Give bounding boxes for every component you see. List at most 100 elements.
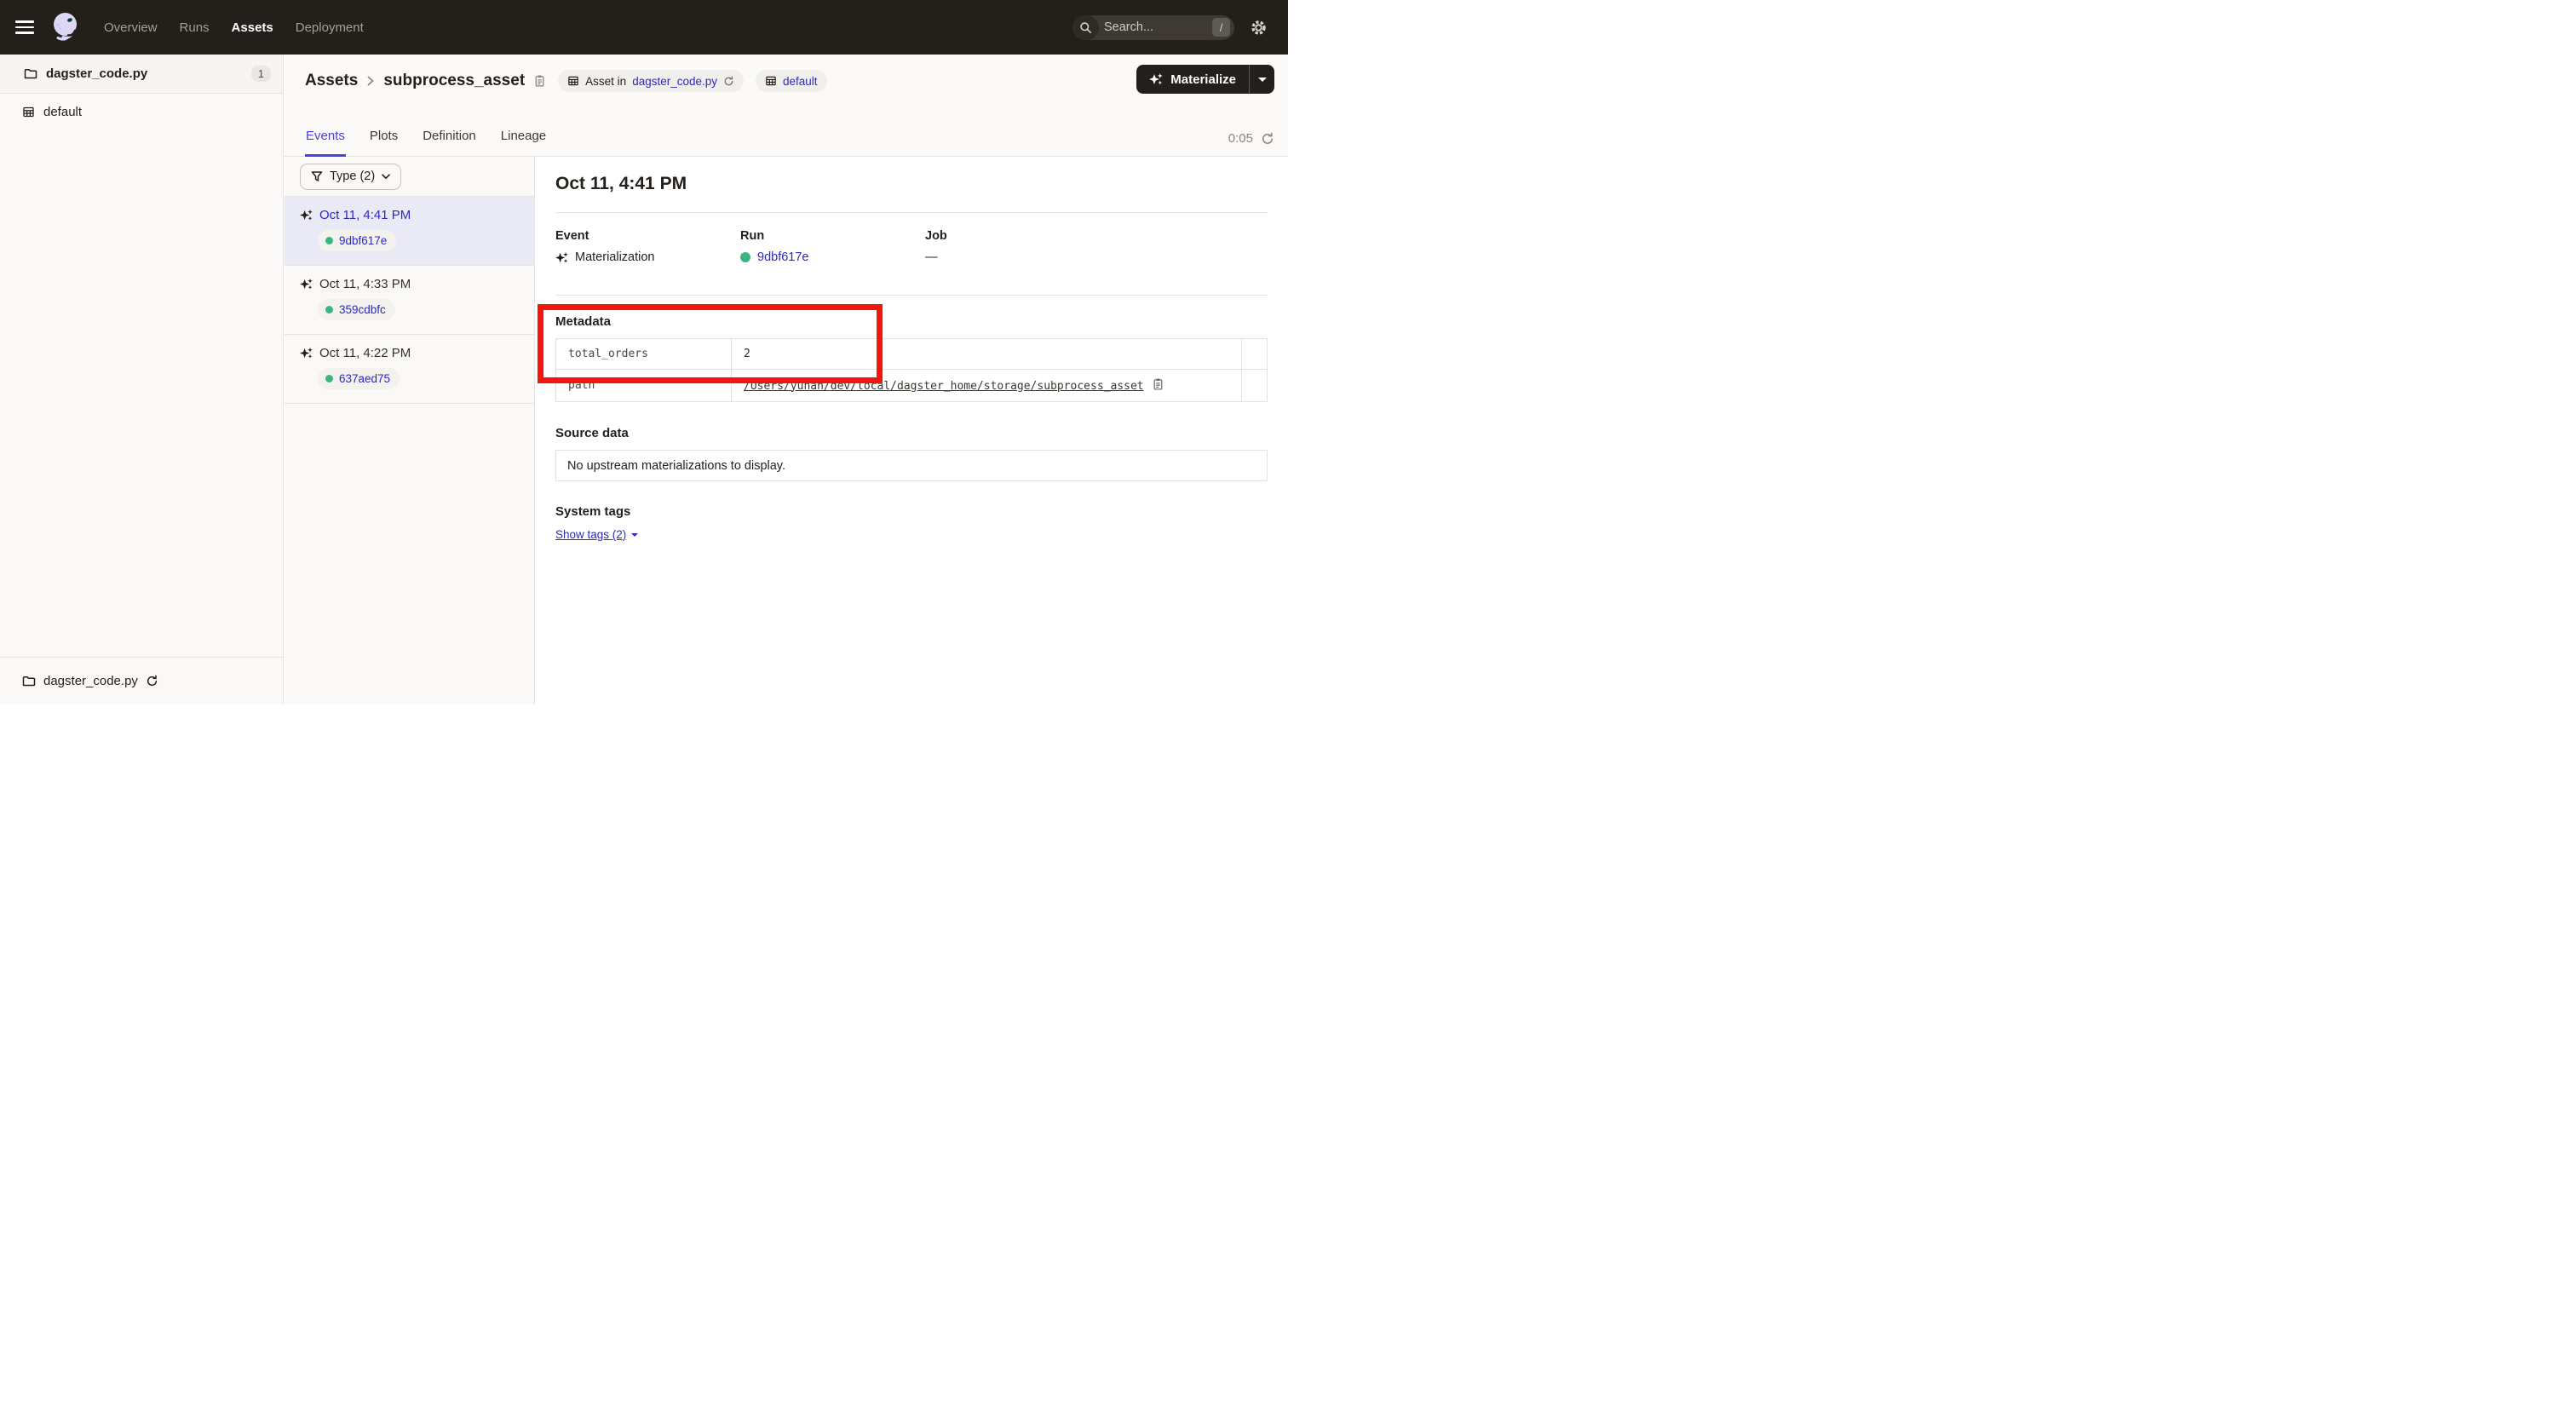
search-input[interactable] (1099, 20, 1212, 34)
code-location-link[interactable]: dagster_code.py (632, 75, 717, 88)
settings-gear-button[interactable] (1250, 19, 1268, 37)
sidebar-item-default-group[interactable]: default (0, 94, 283, 129)
metadata-table: total_orders 2 path /Users/yuhan/dev/loc… (555, 338, 1268, 402)
top-nav-right: / (1072, 15, 1268, 40)
refresh-icon (146, 675, 158, 687)
copy-path-button[interactable] (1152, 377, 1164, 394)
run-id-link[interactable]: 637aed75 (339, 372, 390, 385)
event-column-label: Event (555, 229, 740, 243)
type-filter-button[interactable]: Type (2) (300, 164, 401, 190)
asset-in-label: Asset in (585, 75, 626, 88)
run-status-dot (325, 306, 333, 313)
event-timestamp: Oct 11, 4:41 PM (319, 208, 411, 222)
sidebar-code-location-footer: dagster_code.py (0, 657, 283, 704)
materialize-button[interactable]: Materialize (1136, 65, 1249, 94)
filter-funnel-icon (311, 170, 323, 182)
metadata-path-link[interactable]: /Users/yuhan/dev/local/dagster_home/stor… (744, 380, 1144, 393)
dagster-logo (48, 10, 82, 44)
folder-icon (24, 67, 37, 81)
breadcrumb-assets-link[interactable]: Assets (305, 72, 358, 90)
event-list-item[interactable]: Oct 11, 4:22 PM 637aed75 (285, 335, 534, 404)
search-box[interactable]: / (1072, 15, 1234, 40)
nav-assets[interactable]: Assets (232, 20, 273, 35)
clipboard-icon (1152, 377, 1164, 391)
metadata-key: total_orders (556, 339, 732, 370)
sidebar-item-code-location[interactable]: dagster_code.py 1 (0, 55, 283, 94)
code-location-label: dagster_code.py (43, 674, 138, 688)
top-nav: Overview Runs Assets Deployment / (0, 0, 1288, 55)
repo-grid-icon (22, 106, 35, 118)
event-timestamp: Oct 11, 4:22 PM (319, 346, 411, 360)
job-column-label: Job (925, 229, 1110, 243)
event-detail-title: Oct 11, 4:41 PM (555, 174, 1268, 194)
clipboard-icon (533, 74, 546, 88)
repository-badge: default (756, 70, 827, 92)
primary-nav: Overview Runs Assets Deployment (104, 20, 364, 35)
menu-icon[interactable] (15, 20, 34, 34)
materialization-sparkle-icon (300, 347, 313, 359)
copy-asset-name-button[interactable] (533, 74, 546, 88)
type-filter-label: Type (2) (330, 170, 375, 183)
source-data-empty-state: No upstream materializations to display. (555, 450, 1268, 481)
repo-grid-icon (765, 75, 777, 87)
tab-plots[interactable]: Plots (369, 129, 399, 157)
show-tags-toggle[interactable]: Show tags (2) (555, 528, 638, 541)
repository-link[interactable]: default (783, 75, 818, 88)
materialize-options-button[interactable] (1250, 65, 1274, 94)
run-id-link[interactable]: 9dbf617e (339, 234, 387, 247)
tab-events[interactable]: Events (305, 129, 346, 157)
refresh-icon[interactable] (1261, 132, 1274, 146)
caret-down-icon (1258, 78, 1267, 82)
auto-refresh-timer: 0:05 (1228, 131, 1274, 146)
materialize-label: Materialize (1170, 72, 1236, 87)
show-tags-label: Show tags (2) (555, 528, 626, 541)
sidebar-item-label: default (43, 105, 82, 119)
empty-message: No upstream materializations to display. (567, 459, 785, 473)
asset-tabs: Events Plots Definition Lineage (305, 129, 547, 157)
run-status-dot (325, 237, 333, 244)
event-summary-columns: Event Materialization Run 9dbf6 (555, 229, 1268, 264)
breadcrumb: Assets subprocess_asset Asset in (305, 66, 827, 96)
run-id-link[interactable]: 359cdbfc (339, 303, 386, 316)
metadata-key: path (556, 370, 732, 402)
gear-icon (1250, 19, 1268, 37)
nav-deployment[interactable]: Deployment (296, 20, 364, 35)
events-list-panel: Type (2) Oct 11, 4:41 PM (285, 157, 535, 704)
page-title: subprocess_asset (383, 72, 525, 90)
timer-countdown: 0:05 (1228, 131, 1253, 146)
asset-count-badge: 1 (251, 66, 271, 82)
nav-runs[interactable]: Runs (180, 20, 210, 35)
tab-definition[interactable]: Definition (422, 129, 477, 157)
run-id-badge[interactable]: 637aed75 (318, 368, 400, 389)
event-detail-panel: Oct 11, 4:41 PM Event Materialization (535, 157, 1288, 704)
refresh-icon[interactable] (723, 76, 734, 87)
nav-overview[interactable]: Overview (104, 20, 158, 35)
search-shortcut-key: / (1212, 18, 1230, 37)
asset-header: Assets subprocess_asset Asset in (285, 55, 1288, 157)
run-id-link[interactable]: 9dbf617e (757, 250, 808, 264)
events-content: Type (2) Oct 11, 4:41 PM (285, 157, 1288, 704)
source-data-heading: Source data (555, 426, 1268, 440)
metadata-row: path /Users/yuhan/dev/local/dagster_home… (556, 370, 1268, 402)
materialization-sparkle-icon (300, 209, 313, 221)
event-list-item[interactable]: Oct 11, 4:41 PM 9dbf617e (285, 197, 534, 266)
run-id-badge[interactable]: 359cdbfc (318, 299, 395, 320)
materialization-sparkle-icon (555, 251, 568, 264)
asset-groups-sidebar: dagster_code.py 1 default dagster_code.p… (0, 55, 284, 704)
caret-down-icon (631, 533, 638, 537)
event-type-value: Materialization (575, 250, 655, 264)
run-column-label: Run (740, 229, 925, 243)
events-filter-bar: Type (2) (285, 157, 534, 197)
reload-location-button[interactable] (146, 675, 158, 687)
dagster-app-window: Overview Runs Assets Deployment / (0, 0, 1288, 704)
chevron-down-icon (382, 174, 390, 180)
run-id-badge[interactable]: 9dbf617e (318, 230, 396, 251)
run-status-dot (740, 252, 750, 262)
metadata-row: total_orders 2 (556, 339, 1268, 370)
materialization-sparkle-icon (300, 278, 313, 290)
tab-lineage[interactable]: Lineage (500, 129, 547, 157)
materialize-split-button: Materialize (1136, 65, 1274, 94)
materialization-sparkle-icon (1149, 72, 1163, 86)
event-list-item[interactable]: Oct 11, 4:33 PM 359cdbfc (285, 266, 534, 335)
folder-icon (22, 675, 36, 688)
